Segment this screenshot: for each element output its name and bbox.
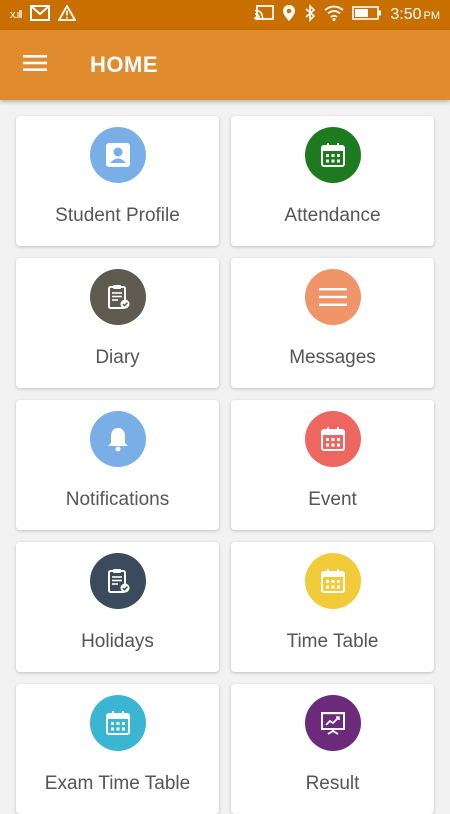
menu-icon	[23, 54, 47, 77]
tile-label: Event	[308, 489, 357, 510]
tile-event[interactable]: Event	[231, 400, 434, 530]
status-right: 3:50 PM	[254, 3, 440, 27]
clipboard-icon	[89, 553, 146, 609]
tile-result[interactable]: Result	[231, 684, 434, 814]
tile-notifications[interactable]: Notifications	[16, 400, 219, 530]
tile-label: Notifications	[65, 489, 170, 510]
menu-button[interactable]	[0, 30, 70, 100]
battery-icon	[352, 5, 382, 25]
tile-student-profile[interactable]: Student Profile	[16, 116, 219, 246]
calendar-icon	[304, 411, 361, 467]
page-title: HOME	[90, 52, 158, 77]
tile-label: Messages	[289, 347, 376, 368]
tile-attendance[interactable]: Attendance	[231, 116, 434, 246]
gmail-icon	[29, 4, 50, 26]
tile-label: Exam Time Table	[44, 773, 191, 794]
tile-label: Student Profile	[55, 205, 180, 226]
cast-icon	[254, 4, 275, 26]
status-bar: x.ıll 3:50 PM	[0, 0, 450, 30]
calendar-icon	[304, 553, 361, 609]
clock: 3:50 PM	[390, 6, 440, 24]
calendar-icon	[304, 127, 361, 183]
bluetooth-icon	[304, 3, 316, 27]
calendar-icon	[89, 695, 146, 751]
bell-icon	[89, 411, 146, 467]
tile-label: Time Table	[286, 631, 379, 652]
tile-label: Attendance	[284, 205, 381, 226]
warning-icon	[56, 3, 77, 26]
profile-icon	[89, 127, 146, 183]
tile-holidays[interactable]: Holidays	[16, 542, 219, 672]
clock-ampm: PM	[423, 10, 441, 22]
lines-icon	[304, 269, 361, 325]
menu-grid: Student Profile Attendance Diary Message…	[16, 116, 434, 814]
tile-exam-time-table[interactable]: Exam Time Table	[16, 684, 219, 814]
clock-time: 3:50	[390, 6, 422, 23]
wifi-icon	[324, 5, 344, 26]
signal-icon: x.ıll	[10, 9, 22, 21]
tile-messages[interactable]: Messages	[231, 258, 434, 388]
clipboard-icon	[89, 269, 146, 325]
tile-label: Holidays	[81, 631, 154, 652]
chart-presentation-icon	[304, 695, 361, 751]
tile-label: Diary	[95, 347, 140, 368]
tile-diary[interactable]: Diary	[16, 258, 219, 388]
status-left: x.ıll	[10, 3, 77, 26]
app-bar: HOME	[0, 30, 450, 100]
location-icon	[282, 4, 296, 27]
tile-time-table[interactable]: Time Table	[231, 542, 434, 672]
tile-label: Result	[305, 773, 360, 794]
